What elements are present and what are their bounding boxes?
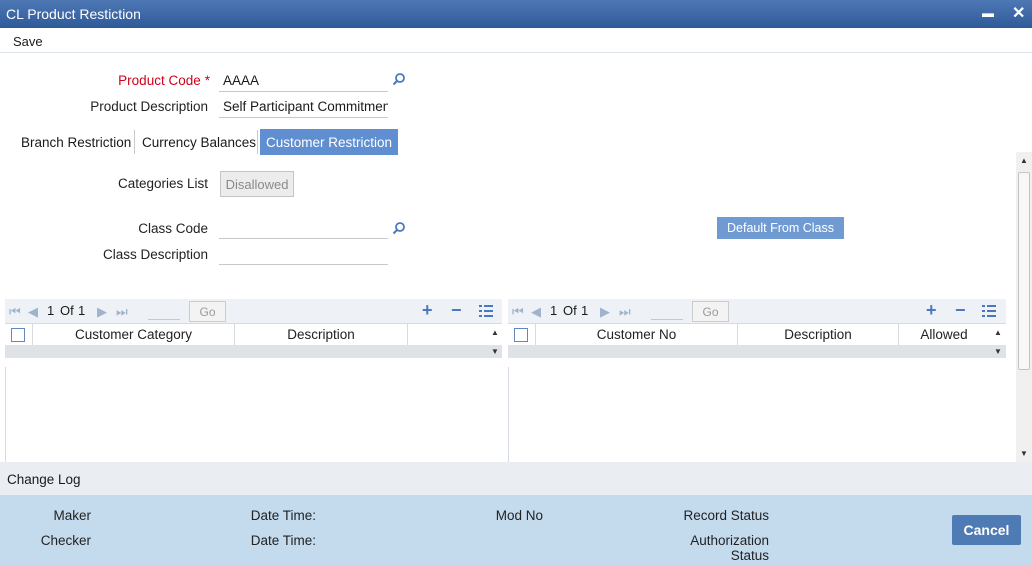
table-row[interactable]: [508, 345, 1006, 358]
column-header-description[interactable]: Description: [738, 327, 898, 342]
scroll-up-icon[interactable]: ▲: [491, 328, 499, 337]
last-page-icon[interactable]: ⏭: [116, 304, 128, 320]
prev-page-icon[interactable]: ◀: [28, 304, 38, 320]
customer-category-grid: ⏮ ◀ 1 Of 1 ▶ ⏭ Go + − Customer Category …: [5, 299, 502, 462]
single-view-icon[interactable]: [982, 305, 996, 317]
grid-toolbar: ⏮ ◀ 1 Of 1 ▶ ⏭ Go + −: [5, 299, 502, 323]
select-all-checkbox[interactable]: [514, 328, 528, 342]
page-current: 1: [47, 303, 55, 318]
page-total: 1: [581, 303, 589, 318]
product-description-label: Product Description: [90, 99, 208, 114]
mod-no-label: Mod No: [495, 508, 543, 523]
page-total: 1: [78, 303, 86, 318]
column-header-description[interactable]: Description: [235, 327, 407, 342]
tab-branch-restriction[interactable]: Branch Restriction: [21, 129, 131, 155]
go-button[interactable]: Go: [692, 301, 729, 322]
go-button[interactable]: Go: [189, 301, 226, 322]
tab-customer-restriction[interactable]: Customer Restriction: [260, 129, 399, 155]
change-log-label[interactable]: Change Log: [7, 472, 81, 487]
menu-bar: Save: [0, 28, 1032, 53]
single-view-icon[interactable]: [479, 305, 493, 317]
maker-date-time-label: Date Time:: [250, 508, 316, 523]
product-code-label: Product Code *: [118, 73, 210, 88]
delete-row-icon[interactable]: −: [955, 300, 966, 321]
checker-date-time-label: Date Time:: [250, 533, 316, 548]
table-row[interactable]: [5, 345, 502, 358]
grid-header: Customer No Description Allowed ▲: [508, 323, 1006, 346]
delete-row-icon[interactable]: −: [451, 300, 462, 321]
class-code-field[interactable]: [219, 217, 388, 239]
add-row-icon[interactable]: +: [926, 300, 937, 321]
class-description-field[interactable]: [219, 243, 388, 265]
grid-body: [508, 367, 1006, 462]
customer-no-grid: ⏮ ◀ 1 Of 1 ▶ ⏭ Go + − Customer No Descri…: [508, 299, 1006, 462]
product-code-field[interactable]: AAAA: [219, 70, 388, 92]
next-page-icon[interactable]: ▶: [600, 304, 610, 320]
next-page-icon[interactable]: ▶: [97, 304, 107, 320]
audit-footer: Maker Checker Date Time: Date Time: Mod …: [0, 495, 1032, 565]
grid-header: Customer Category Description ▲: [5, 323, 502, 346]
categories-list-label: Categories List: [117, 176, 208, 191]
page-current: 1: [550, 303, 558, 318]
search-icon[interactable]: [392, 221, 406, 235]
class-description-label: Class Description: [102, 247, 208, 262]
select-all-checkbox[interactable]: [11, 328, 25, 342]
page-of: Of: [563, 303, 577, 318]
grid-toolbar: ⏮ ◀ 1 Of 1 ▶ ⏭ Go + −: [508, 299, 1006, 323]
cancel-button[interactable]: Cancel: [952, 515, 1021, 545]
last-page-icon[interactable]: ⏭: [619, 304, 631, 320]
tab-currency-balances[interactable]: Currency Balances: [142, 129, 256, 155]
title-bar: CL Product Restiction ▬ ✕: [0, 0, 1032, 28]
window-title: CL Product Restiction: [6, 6, 141, 22]
tab-divider: [134, 130, 135, 154]
page-number-input[interactable]: [651, 303, 683, 320]
column-header-allowed[interactable]: Allowed: [903, 327, 985, 342]
column-divider: [407, 324, 408, 346]
product-description-field[interactable]: Self Participant Commitmen: [219, 96, 388, 118]
page-of: Of: [60, 303, 74, 318]
scroll-down-icon[interactable]: ▼: [994, 347, 1002, 356]
categories-list-button[interactable]: Disallowed: [220, 171, 294, 197]
scroll-up-icon[interactable]: ▲: [1020, 156, 1028, 165]
column-header-customer-no[interactable]: Customer No: [536, 327, 737, 342]
scroll-down-icon[interactable]: ▼: [491, 347, 499, 356]
checker-label: Checker: [40, 533, 91, 548]
scrollbar-thumb[interactable]: [1018, 172, 1030, 370]
add-row-icon[interactable]: +: [422, 300, 433, 321]
scroll-down-icon[interactable]: ▼: [1020, 449, 1028, 458]
save-menu-item[interactable]: Save: [13, 34, 43, 49]
authorization-status-label: Authorization Status: [690, 533, 769, 563]
minimize-icon[interactable]: ▬: [982, 6, 994, 20]
first-page-icon[interactable]: ⏮: [9, 304, 21, 320]
vertical-scrollbar[interactable]: ▲ ▼: [1016, 152, 1032, 462]
tab-divider: [257, 130, 258, 154]
record-status-label: Record Status: [683, 508, 769, 523]
search-icon[interactable]: [392, 72, 406, 86]
scroll-up-icon[interactable]: ▲: [994, 328, 1002, 337]
class-code-label: Class Code: [138, 221, 208, 236]
column-divider: [898, 324, 899, 346]
first-page-icon[interactable]: ⏮: [512, 304, 524, 320]
maker-label: Maker: [53, 508, 91, 523]
close-icon[interactable]: ✕: [1012, 3, 1025, 23]
page-number-input[interactable]: [148, 303, 180, 320]
prev-page-icon[interactable]: ◀: [531, 304, 541, 320]
change-log-bar: Change Log: [0, 462, 1032, 495]
column-header-customer-category[interactable]: Customer Category: [33, 327, 234, 342]
grid-body: [5, 367, 502, 462]
default-from-class-button[interactable]: Default From Class: [717, 217, 844, 239]
